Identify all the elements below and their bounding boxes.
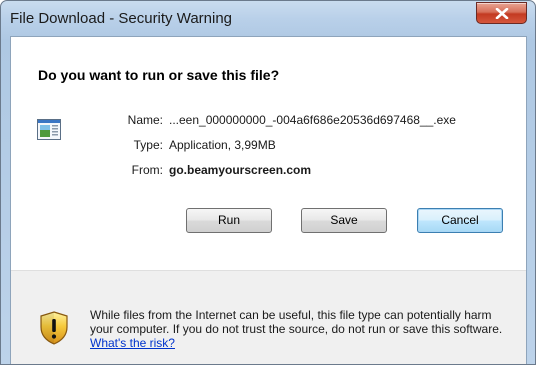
- type-label: Type:: [133, 138, 163, 152]
- save-button[interactable]: Save: [301, 208, 387, 233]
- dialog-heading: Do you want to run or save this file?: [38, 67, 280, 83]
- security-warning-window: File Download - Security Warning Do you …: [0, 0, 536, 365]
- cancel-button[interactable]: Cancel: [417, 208, 503, 233]
- run-button[interactable]: Run: [186, 208, 272, 233]
- dialog-content: Do you want to run or save this file? Na…: [10, 36, 527, 364]
- window-title: File Download - Security Warning: [10, 10, 233, 27]
- from-value: go.beamyourscreen.com: [169, 163, 312, 177]
- security-shield-icon: [40, 311, 68, 345]
- warning-text: While files from the Internet can be use…: [90, 308, 503, 336]
- warning-footer: While files from the Internet can be use…: [11, 270, 526, 364]
- close-button[interactable]: [476, 2, 527, 24]
- title-bar[interactable]: File Download - Security Warning: [1, 1, 535, 35]
- whats-the-risk-link[interactable]: What's the risk?: [90, 336, 175, 350]
- name-value: ...een_000000000_-004a6f686e20536d697468…: [169, 113, 456, 127]
- warning-message: While files from the Internet can be use…: [90, 308, 510, 350]
- name-label: Name:: [127, 113, 163, 127]
- close-icon: [495, 8, 509, 19]
- from-label: From:: [131, 163, 163, 177]
- type-value: Application, 3,99MB: [169, 138, 276, 152]
- application-file-icon: [37, 119, 61, 140]
